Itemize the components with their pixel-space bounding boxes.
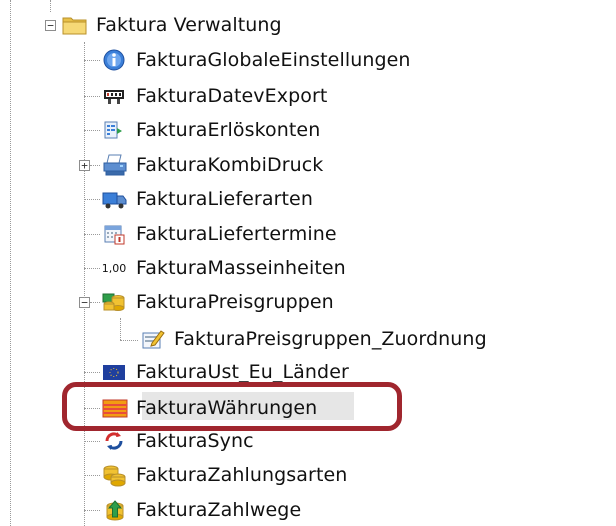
tree-connector — [84, 475, 100, 476]
tree-node-kombidruck[interactable]: FakturaKombiDruck — [102, 150, 323, 180]
folder-icon — [62, 13, 87, 37]
tree-node-label: FakturaZahlwege — [136, 499, 302, 521]
tree-node-label: FakturaPreisgruppen — [136, 291, 334, 313]
tree-node-label: FakturaUst_Eu_Länder — [136, 361, 349, 383]
tree-node-label: FakturaGlobaleEinstellungen — [136, 49, 411, 71]
printer-icon — [102, 153, 127, 177]
sync-icon — [102, 429, 126, 453]
tree-node-label: FakturaPreisgruppen_Zuordnung — [174, 328, 487, 350]
tree-node-label: FakturaSync — [136, 430, 254, 452]
tree-node-label: FakturaZahlungsarten — [136, 464, 348, 486]
revenue-accounts-icon — [102, 118, 126, 142]
tree-node-label: FakturaKombiDruck — [136, 154, 324, 176]
tree-connector — [84, 268, 100, 269]
assignment-icon — [140, 327, 165, 351]
tree-connector — [84, 199, 100, 200]
tree-node-masseinheiten[interactable]: 1,00 FakturaMasseinheiten — [102, 253, 346, 283]
tree-node-datev-export[interactable]: FakturaDatevExport — [102, 81, 327, 111]
units-icon: 1,00 — [101, 256, 127, 280]
tree-node-zahlwege[interactable]: FakturaZahlwege — [102, 495, 301, 525]
payment-routes-icon — [102, 498, 126, 522]
datev-export-icon — [102, 84, 126, 108]
tree-node-label: Faktura Verwaltung — [96, 14, 282, 36]
tree-connector — [84, 510, 100, 511]
tree-connector — [84, 372, 100, 373]
tree-guide-line — [84, 42, 85, 526]
collapse-toggle[interactable]: − — [79, 297, 90, 308]
tree-guide-line — [120, 318, 121, 340]
tree-node-label: FakturaDatevExport — [136, 85, 328, 107]
info-icon — [102, 48, 126, 72]
tree-node-preisgruppen[interactable]: FakturaPreisgruppen — [102, 287, 334, 317]
tree-node-label: FakturaMasseinheiten — [136, 257, 346, 279]
tree-connector — [120, 340, 138, 341]
expand-toggle[interactable]: + — [79, 160, 90, 171]
tree-connector — [90, 302, 100, 303]
tree-node-label: FakturaErlöskonten — [136, 119, 321, 141]
tree-node-faktura-verwaltung[interactable]: Faktura Verwaltung — [62, 10, 282, 40]
eu-flag-icon — [102, 360, 126, 384]
tree-connector — [84, 60, 100, 61]
price-groups-icon — [102, 290, 126, 314]
tree-connector — [90, 165, 100, 166]
tree-guide-line — [50, 0, 51, 12]
tree-node-lieferarten[interactable]: FakturaLieferarten — [102, 184, 313, 214]
tree-node-liefertermine[interactable]: FakturaLiefertermine — [102, 219, 337, 249]
tree-view: − Faktura Verwaltung FakturaGlobaleEinst… — [0, 0, 616, 526]
tree-node-preisgruppen-zuordnung[interactable]: FakturaPreisgruppen_Zuordnung — [140, 324, 487, 354]
tree-connector — [84, 130, 100, 131]
tree-connector — [84, 441, 100, 442]
collapse-toggle[interactable]: − — [45, 20, 56, 31]
delivery-truck-icon — [102, 187, 127, 211]
calendar-icon — [102, 222, 126, 246]
tree-node-globale-einstellungen[interactable]: FakturaGlobaleEinstellungen — [102, 45, 411, 75]
tree-connector — [84, 96, 100, 97]
payment-methods-icon — [102, 463, 126, 487]
tree-connector — [84, 234, 100, 235]
tree-node-label: FakturaLiefertermine — [136, 223, 337, 245]
tree-node-erloeskonten[interactable]: FakturaErlöskonten — [102, 115, 320, 145]
tree-node-zahlungsarten[interactable]: FakturaZahlungsarten — [102, 460, 347, 490]
tree-guide-line — [10, 0, 11, 526]
highlight-annotation — [62, 382, 402, 431]
units-icon-text: 1,00 — [101, 261, 127, 275]
tree-node-label: FakturaLieferarten — [136, 188, 313, 210]
